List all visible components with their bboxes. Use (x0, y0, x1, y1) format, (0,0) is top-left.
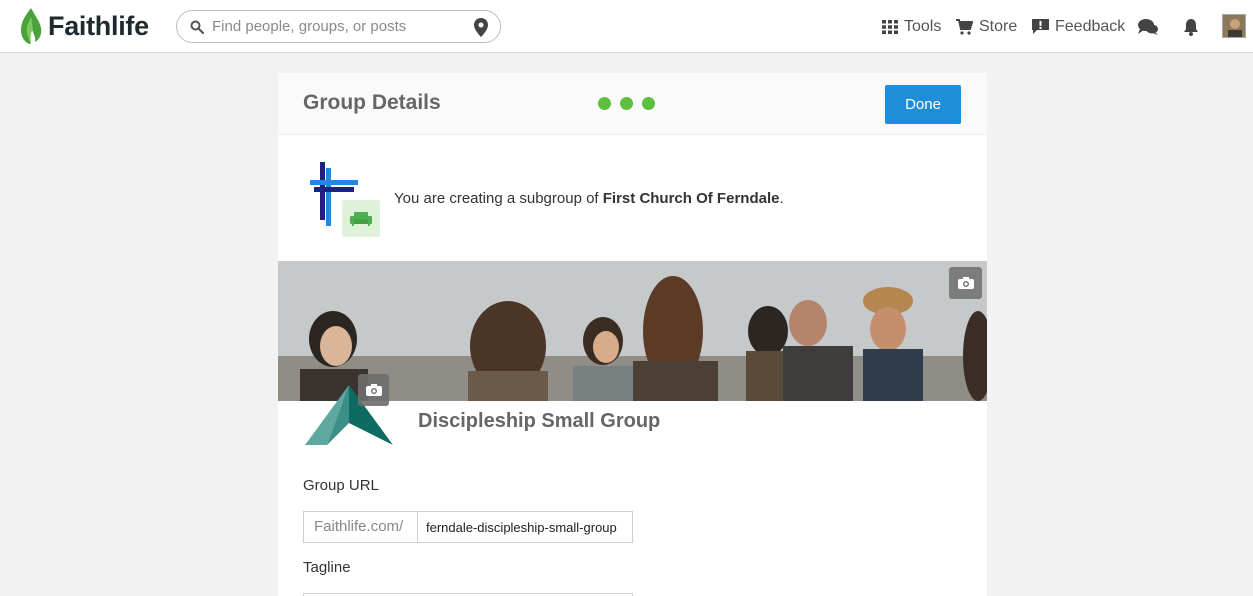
group-details-card: Group Details Done You are creating a su… (278, 73, 987, 596)
group-url-label: Group URL (303, 477, 379, 494)
feedback-icon (1032, 18, 1049, 34)
store-label: Store (979, 17, 1018, 35)
step-dot (642, 97, 655, 110)
parent-group-name: First Church Of Ferndale (602, 190, 780, 207)
nav-tools[interactable]: Tools (882, 0, 941, 53)
nav-notifications[interactable] (1183, 0, 1199, 53)
subgroup-notice: You are creating a subgroup of First Chu… (308, 160, 958, 240)
tagline-label: Tagline (303, 559, 351, 576)
search-icon (190, 20, 204, 34)
nav-messages[interactable] (1138, 0, 1158, 53)
brand-name: Faithlife (48, 10, 149, 41)
group-url-input[interactable] (418, 512, 632, 542)
group-url-field[interactable]: Faithlife.com/ (303, 511, 633, 543)
grid-icon (882, 19, 898, 34)
user-avatar[interactable] (1222, 14, 1246, 38)
feedback-label: Feedback (1055, 17, 1126, 35)
subgroup-prefix: You are creating a subgroup of (394, 190, 603, 207)
faithlife-logo[interactable]: Faithlife (18, 7, 149, 45)
change-logo-button[interactable] (358, 374, 389, 406)
nav-store[interactable]: Store (956, 0, 1017, 53)
location-pin-icon[interactable] (474, 18, 488, 37)
flame-icon (21, 8, 42, 44)
camera-icon (957, 277, 974, 289)
search-input[interactable] (212, 18, 462, 35)
subgroup-suffix: . (779, 190, 784, 207)
step-indicator (598, 97, 655, 110)
group-name: Discipleship Small Group (418, 410, 661, 432)
couch-icon (350, 211, 372, 226)
change-banner-button[interactable] (949, 267, 982, 299)
card-header: Group Details Done (278, 73, 987, 135)
nav-feedback[interactable]: Feedback (1032, 0, 1125, 53)
avatar-photo (1223, 15, 1245, 37)
camera-icon (365, 384, 382, 396)
chat-bubbles-icon[interactable] (1138, 18, 1158, 35)
done-button[interactable]: Done (885, 85, 961, 124)
bell-icon[interactable] (1183, 18, 1199, 36)
small-group-badge (342, 200, 380, 237)
feedback-link[interactable]: Feedback (1032, 18, 1125, 36)
tools-label: Tools (904, 17, 942, 35)
page-title: Group Details (303, 91, 441, 114)
url-prefix: Faithlife.com/ (304, 512, 418, 542)
step-dot (620, 97, 633, 110)
step-dot (598, 97, 611, 110)
top-navigation-bar: Faithlife Tools Store (0, 0, 1253, 53)
subgroup-message: You are creating a subgroup of First Chu… (394, 190, 784, 207)
tools-link[interactable]: Tools (882, 18, 941, 36)
store-link[interactable]: Store (956, 18, 1017, 36)
cart-icon (956, 18, 973, 35)
search-box[interactable] (176, 10, 501, 43)
